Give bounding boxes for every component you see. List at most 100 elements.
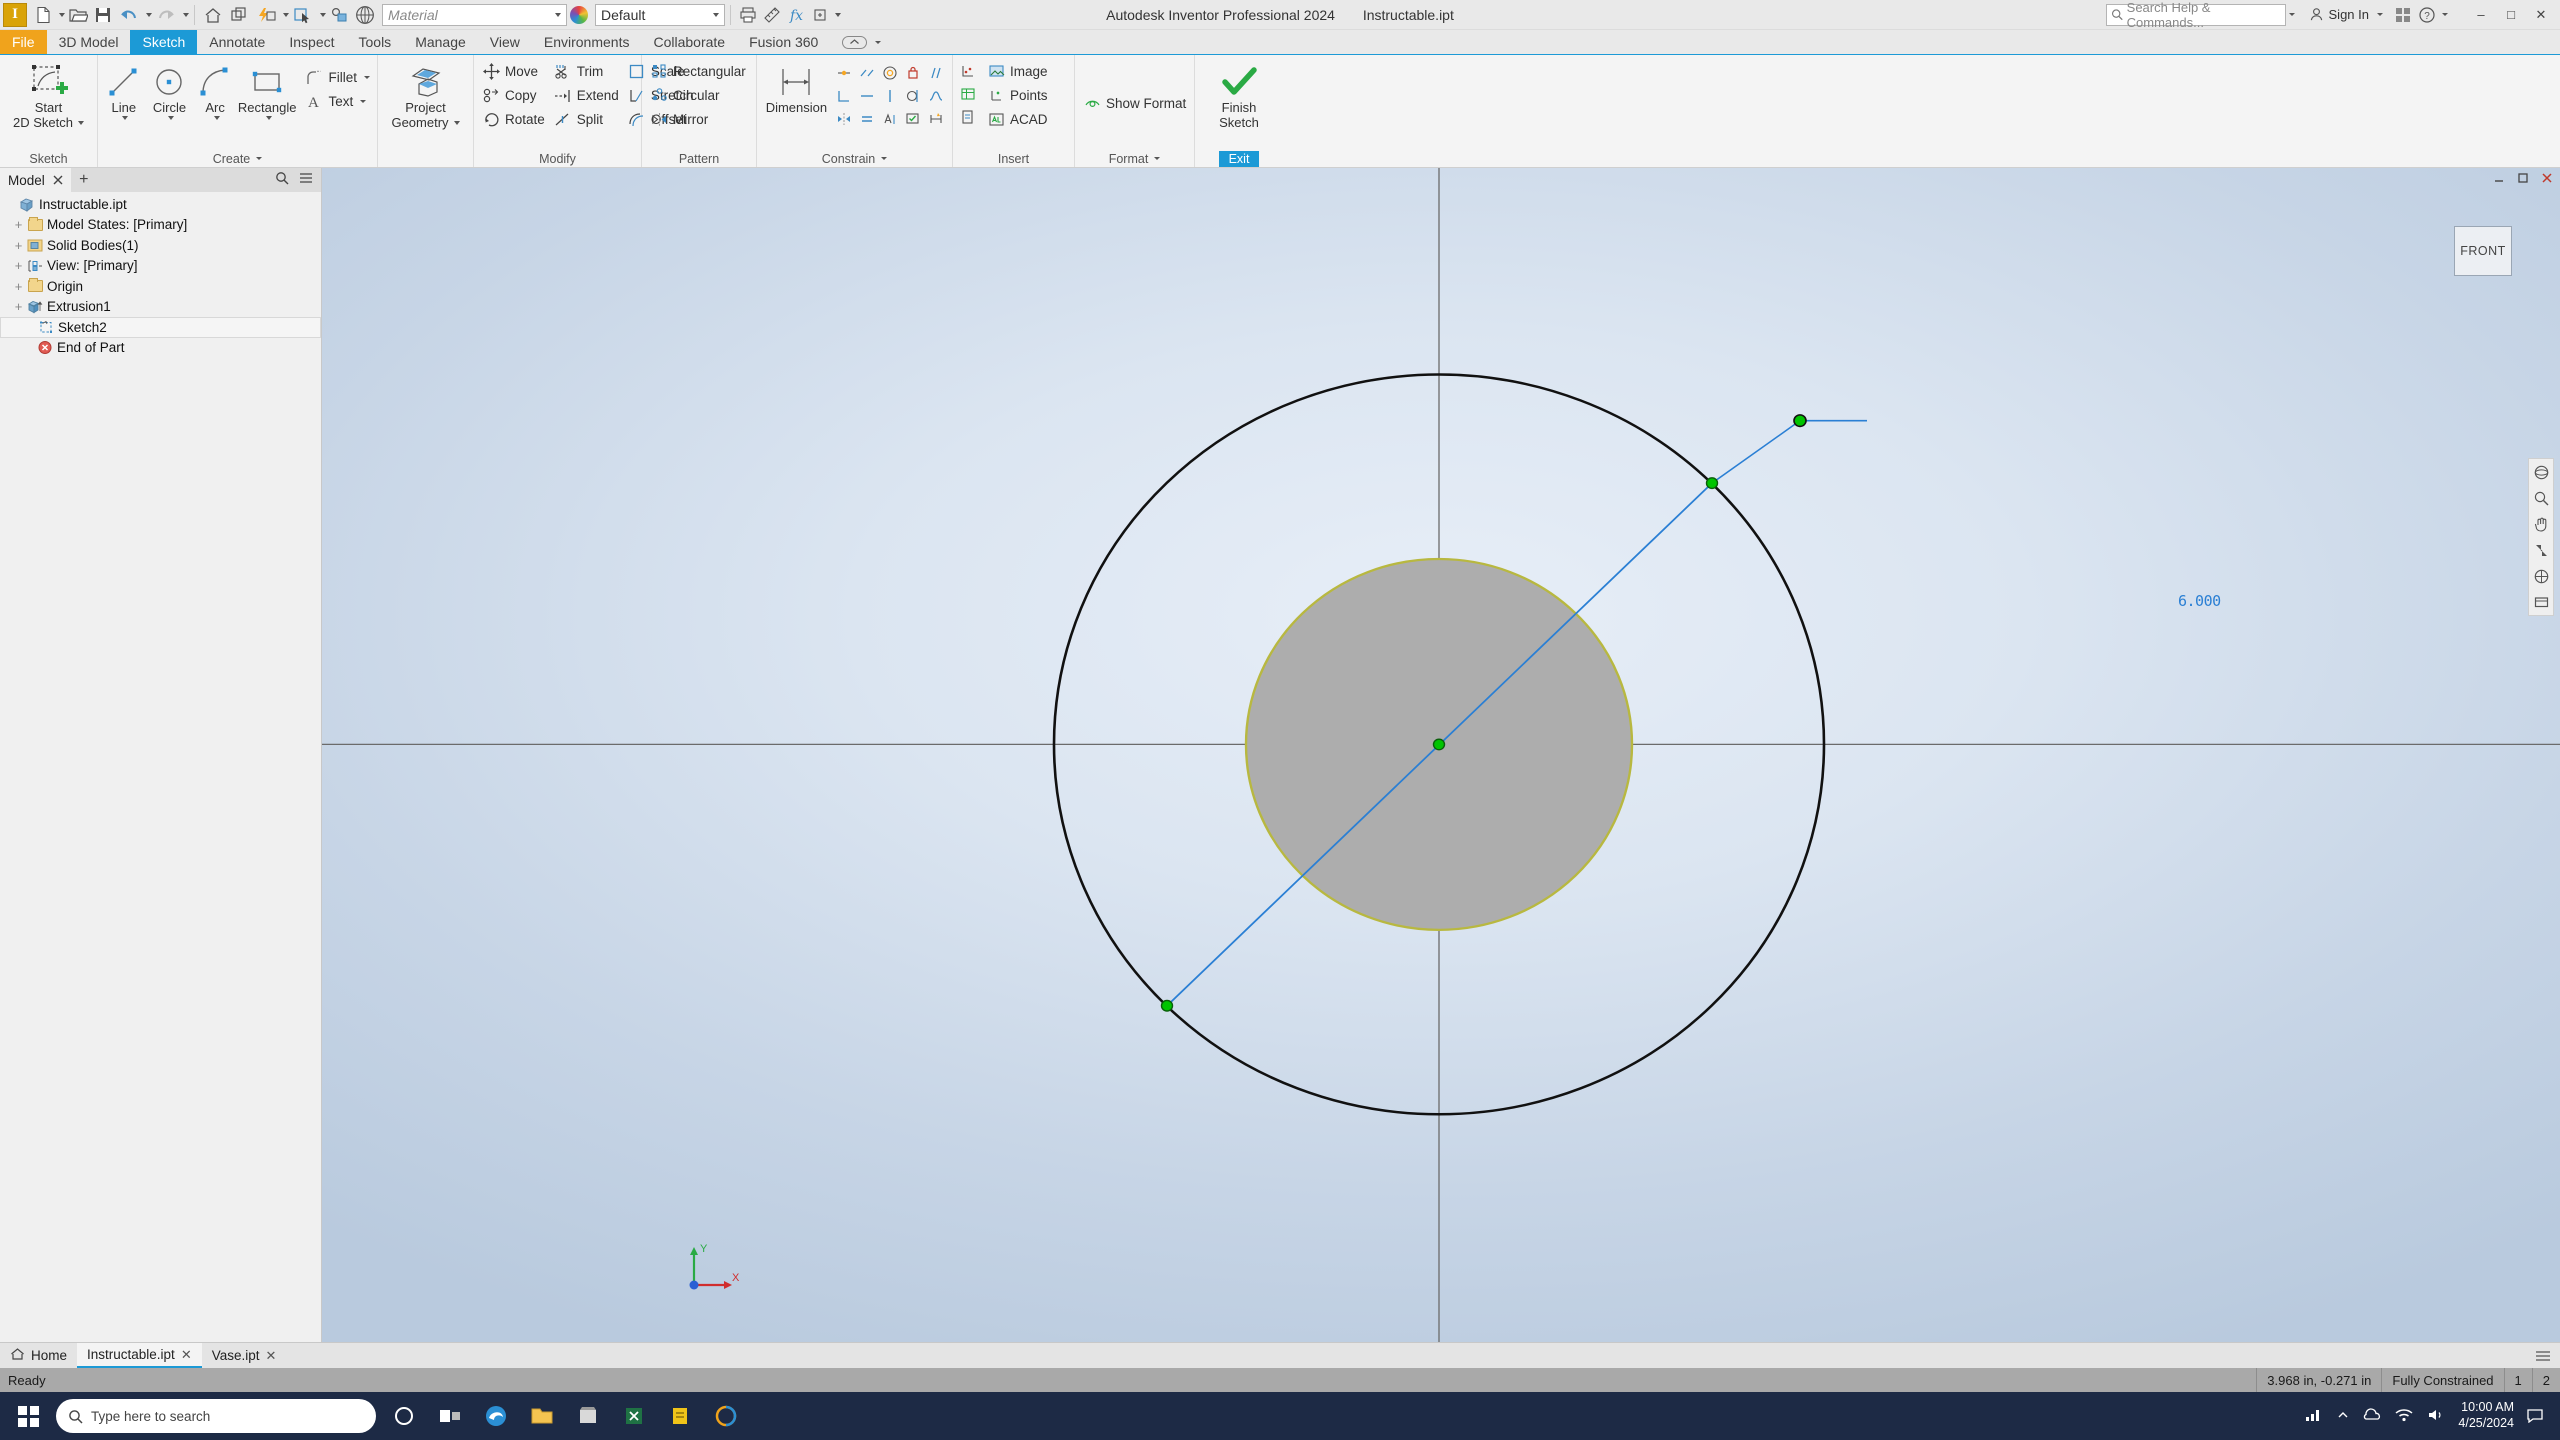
- line-dropdown-icon[interactable]: [122, 115, 129, 120]
- browser-add-tab-button[interactable]: +: [71, 168, 97, 192]
- ribbon-collapse-dropdown-icon[interactable]: [875, 40, 882, 44]
- inventor-taskbar-icon[interactable]: [704, 1394, 748, 1438]
- concentric-constraint-icon[interactable]: [879, 61, 902, 84]
- maximize-button[interactable]: □: [2496, 3, 2526, 27]
- sketch-point-center[interactable]: [1432, 738, 1446, 751]
- fillet-button[interactable]: Fillet: [300, 65, 374, 89]
- help-search-dropdown-icon[interactable]: [2288, 13, 2295, 16]
- orbit-icon[interactable]: [2531, 462, 2551, 482]
- doc-tabs-overflow-button[interactable]: [2534, 1343, 2560, 1368]
- tree-expander[interactable]: +: [12, 279, 25, 294]
- browser-tab-close-icon[interactable]: [53, 173, 63, 188]
- cortana-icon[interactable]: [382, 1394, 426, 1438]
- tree-expander[interactable]: +: [12, 258, 25, 273]
- tree-item-model-states[interactable]: + Model States: [Primary]: [0, 215, 321, 236]
- sketch-point-upper-right[interactable]: [1705, 477, 1719, 490]
- rotate-button[interactable]: Rotate: [477, 107, 549, 131]
- file-explorer-icon[interactable]: [520, 1394, 564, 1438]
- excel-icon[interactable]: [612, 1394, 656, 1438]
- ribbon-tab-collaborate[interactable]: Collaborate: [641, 30, 737, 54]
- autodesk-apps-icon[interactable]: [2391, 2, 2415, 28]
- points-button[interactable]: Points: [982, 83, 1052, 107]
- format-panel-expand-icon[interactable]: [1154, 157, 1161, 160]
- vertical-constraint-icon[interactable]: [879, 84, 902, 107]
- rectangle-button[interactable]: Rectangle: [238, 59, 296, 120]
- line-button[interactable]: Line: [101, 59, 147, 120]
- tray-volume-icon[interactable]: [2426, 1407, 2446, 1426]
- update-button[interactable]: [252, 2, 280, 28]
- appearance-sphere-icon[interactable]: [352, 2, 378, 28]
- parameters-button[interactable]: fx: [784, 2, 808, 28]
- trim-button[interactable]: Trim: [549, 59, 623, 83]
- project-geometry-button[interactable]: Project Geometry: [382, 59, 470, 131]
- notes-icon[interactable]: [658, 1394, 702, 1438]
- start-button[interactable]: [6, 1394, 50, 1438]
- show-constraints-icon[interactable]: [902, 107, 925, 130]
- measure-button[interactable]: [760, 2, 784, 28]
- sign-in-dropdown-icon[interactable]: [2377, 13, 2383, 16]
- inventor-logo-icon[interactable]: I: [3, 2, 27, 27]
- ribbon-tab-view[interactable]: View: [478, 30, 532, 54]
- help-dropdown-icon[interactable]: [2442, 13, 2448, 16]
- relax-mode-icon[interactable]: [925, 107, 948, 130]
- undo-button[interactable]: [115, 2, 143, 28]
- view-cube[interactable]: FRONT: [2454, 226, 2512, 276]
- exit-panel-chip[interactable]: Exit: [1218, 150, 1260, 167]
- doc-restore-button[interactable]: [2516, 172, 2530, 187]
- ribbon-tab-annotate[interactable]: Annotate: [197, 30, 277, 54]
- dimension-button[interactable]: Dimension: [760, 59, 833, 116]
- collinear-constraint-icon[interactable]: [856, 61, 879, 84]
- taskbar-clock[interactable]: 10:00 AM 4/25/2024: [2458, 1400, 2514, 1431]
- show-format-button[interactable]: Show Format: [1078, 91, 1190, 115]
- tree-item-instructable[interactable]: Instructable.ipt: [0, 194, 321, 215]
- taskbar-search-input[interactable]: Type here to search: [56, 1399, 376, 1433]
- constrain-panel-expand-icon[interactable]: [881, 157, 888, 160]
- navigation-wheel-icon[interactable]: [2531, 566, 2551, 586]
- store-icon[interactable]: [566, 1394, 610, 1438]
- zoom-icon[interactable]: [2531, 488, 2551, 508]
- insert-spreadsheet-icon[interactable]: [956, 82, 979, 105]
- auto-dimension-icon[interactable]: [879, 107, 902, 130]
- perpendicular-constraint-icon[interactable]: [833, 84, 856, 107]
- tree-item-view[interactable]: + View: [Primary]: [0, 256, 321, 277]
- ribbon-tab-environments[interactable]: Environments: [532, 30, 642, 54]
- ribbon-tab-tools[interactable]: Tools: [347, 30, 404, 54]
- ribbon-tab-fusion-360[interactable]: Fusion 360: [737, 30, 830, 54]
- browser-menu-icon[interactable]: [299, 171, 313, 189]
- tree-item-extrusion1[interactable]: + Extrusion1: [0, 297, 321, 318]
- import-sketch-icon[interactable]: [956, 105, 979, 128]
- rectangle-dropdown-icon[interactable]: [265, 115, 272, 120]
- tree-expander[interactable]: +: [12, 238, 25, 253]
- parallel-constraint-icon[interactable]: [925, 61, 948, 84]
- doc-tab-close-icon[interactable]: ✕: [266, 1348, 277, 1364]
- extend-button[interactable]: Extend: [549, 83, 623, 107]
- symmetric-constraint-icon[interactable]: [833, 107, 856, 130]
- project-geometry-dropdown-icon[interactable]: [453, 120, 460, 125]
- fix-constraint-icon[interactable]: [902, 61, 925, 84]
- tree-item-end-of-part[interactable]: End of Part: [0, 338, 321, 359]
- save-button[interactable]: [91, 2, 115, 28]
- material-dropdown-icon[interactable]: [555, 12, 561, 17]
- horizontal-constraint-icon[interactable]: [856, 84, 879, 107]
- image-button[interactable]: Image: [982, 59, 1052, 83]
- sketch-point-lower-left[interactable]: [1160, 999, 1174, 1012]
- material-selector[interactable]: Material: [382, 3, 567, 26]
- mirror-button[interactable]: Mirror: [645, 107, 750, 131]
- arc-button[interactable]: Arc: [192, 59, 238, 120]
- smooth-constraint-icon[interactable]: [925, 84, 948, 107]
- rectangular-pattern-button[interactable]: Rectangular: [645, 59, 750, 83]
- ribbon-tab-manage[interactable]: Manage: [403, 30, 478, 54]
- circle-button[interactable]: Circle: [147, 59, 193, 120]
- doc-close-button[interactable]: [2540, 172, 2554, 187]
- more-tools-button[interactable]: [808, 2, 832, 28]
- doc-tab-vase[interactable]: Vase.ipt ✕: [202, 1343, 287, 1368]
- appearance-dropdown-icon[interactable]: [713, 12, 719, 17]
- redo-button[interactable]: [152, 2, 180, 28]
- sketch-canvas[interactable]: 6.000 FRONT Y X: [322, 168, 2560, 1342]
- display-settings-icon[interactable]: [2531, 592, 2551, 612]
- split-button[interactable]: Split: [549, 107, 623, 131]
- start-2d-sketch-dropdown-icon[interactable]: [77, 120, 84, 125]
- qat-overflow-icon[interactable]: [835, 12, 841, 17]
- tray-onedrive-icon[interactable]: [2362, 1407, 2382, 1425]
- create-panel-expand-icon[interactable]: [256, 157, 263, 160]
